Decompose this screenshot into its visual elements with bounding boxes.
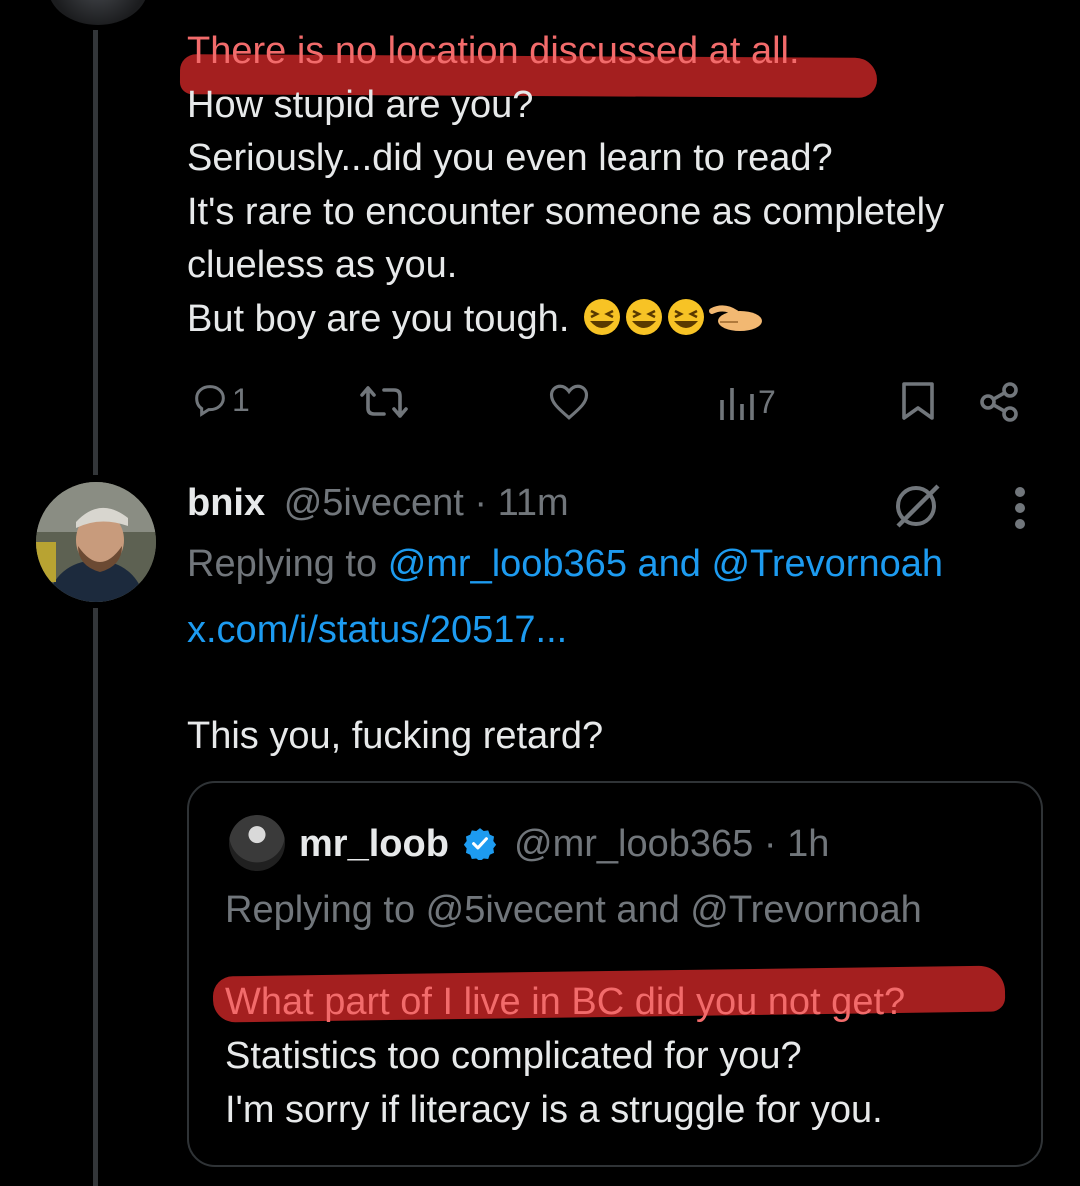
like-button[interactable] bbox=[548, 382, 590, 422]
laughing-emoji-icon bbox=[583, 298, 620, 335]
tweet-line: Seriously...did you even learn to read? bbox=[187, 137, 833, 179]
display-name: mr_loob bbox=[299, 823, 449, 865]
quoted-tweet-text: What part of I live in BC did you not ge… bbox=[225, 975, 905, 1137]
tweet-line: I'm sorry if literacy is a struggle for … bbox=[225, 1089, 883, 1131]
tweet-actions: 1 7 bbox=[0, 380, 1080, 430]
reply-button[interactable]: 1 bbox=[190, 380, 250, 420]
tweet-line: It's rare to encounter someone as comple… bbox=[187, 190, 945, 233]
tweet-header: bnix @5ivecent · 11m bbox=[187, 478, 569, 528]
verified-badge-icon bbox=[463, 823, 497, 873]
like-icon bbox=[549, 384, 589, 420]
separator-dot: · bbox=[474, 482, 488, 524]
views-button[interactable]: 7 bbox=[718, 382, 776, 422]
reply-count: 1 bbox=[232, 381, 250, 418]
replying-to: Replying to @5ivecent and @Trevornoah bbox=[225, 889, 922, 931]
grok-icon bbox=[896, 484, 940, 528]
status-link[interactable]: x.com/i/status/20517... bbox=[187, 604, 567, 658]
replying-prefix: Replying to bbox=[187, 543, 378, 585]
timestamp: 1h bbox=[787, 823, 830, 865]
bookmark-icon bbox=[902, 382, 934, 420]
separator-dot: · bbox=[763, 823, 777, 865]
mention-and: and bbox=[637, 543, 701, 585]
highlighted-line: What part of I live in BC did you not ge… bbox=[225, 981, 906, 1023]
avatar bbox=[229, 815, 285, 871]
tweet-line: Statistics too complicated for you? bbox=[225, 1035, 802, 1077]
tweet-text: There is no location discussed at all. H… bbox=[187, 25, 944, 352]
bookmark-button[interactable] bbox=[900, 380, 936, 422]
user-handle[interactable]: @5ivecent bbox=[284, 482, 464, 524]
laughing-emoji-icon bbox=[667, 298, 704, 335]
views-icon bbox=[720, 388, 754, 420]
avatar[interactable] bbox=[48, 0, 148, 25]
more-icon bbox=[1015, 487, 1025, 529]
emoji-group bbox=[580, 297, 770, 353]
retweet-icon bbox=[360, 386, 408, 418]
tweet-line-text: But boy are you tough. bbox=[187, 297, 570, 340]
tweet-line: But boy are you tough. bbox=[187, 293, 944, 353]
highlighted-line: There is no location discussed at all. bbox=[187, 30, 800, 72]
mention-link[interactable]: @mr_loob365 bbox=[388, 543, 627, 585]
retweet-button[interactable] bbox=[358, 382, 410, 422]
thread-line-bottom bbox=[93, 608, 98, 1186]
tweet-line: How stupid are you? bbox=[187, 83, 534, 126]
quoted-tweet-header: mr_loob @mr_loob365 · 1h bbox=[299, 819, 829, 873]
replying-to: Replying to @mr_loob365 and @Trevornoah bbox=[187, 538, 943, 592]
user-handle: @mr_loob365 bbox=[514, 823, 754, 865]
reply-icon bbox=[195, 385, 225, 417]
views-count: 7 bbox=[758, 383, 776, 420]
avatar[interactable] bbox=[36, 482, 156, 602]
laughing-emoji-icon bbox=[625, 298, 662, 335]
display-name[interactable]: bnix bbox=[187, 482, 265, 524]
grok-button[interactable] bbox=[892, 480, 944, 537]
more-button[interactable] bbox=[1010, 486, 1030, 535]
tweet-text: This you, fucking retard? bbox=[187, 715, 604, 757]
pinching-hand-icon bbox=[708, 304, 762, 331]
tweet-line: clueless as you. bbox=[187, 244, 458, 286]
share-button[interactable] bbox=[978, 380, 1022, 424]
quoted-tweet-card[interactable]: mr_loob @mr_loob365 · 1h Replying to @5i… bbox=[187, 781, 1043, 1167]
share-icon bbox=[980, 382, 1018, 422]
mention-link[interactable]: @Trevornoah bbox=[711, 543, 943, 585]
timestamp[interactable]: 11m bbox=[498, 482, 569, 524]
